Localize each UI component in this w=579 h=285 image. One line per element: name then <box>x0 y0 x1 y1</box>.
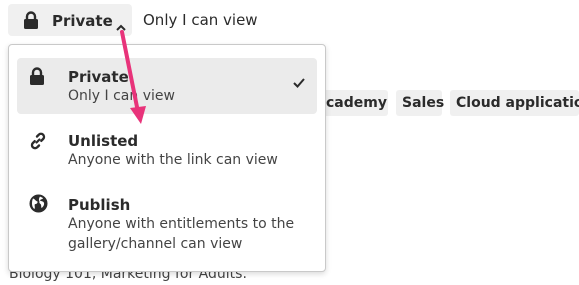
lock-icon <box>23 11 39 33</box>
option-unlisted[interactable]: Unlisted Anyone with the link can view <box>17 123 317 173</box>
privacy-dropdown-menu: Private Only I can view Unlisted Anyone … <box>8 44 326 272</box>
privacy-dropdown-button[interactable]: Private <box>8 4 132 36</box>
option-title: Private <box>68 68 129 86</box>
option-private[interactable]: Private Only I can view <box>17 58 317 114</box>
checkmark-icon <box>293 73 305 92</box>
option-description: Anyone with the link can view <box>68 152 278 168</box>
privacy-description: Only I can view <box>143 11 258 29</box>
privacy-button-label: Private <box>52 12 113 30</box>
option-publish[interactable]: Publish Anyone with entitlements to the … <box>17 187 317 257</box>
tag-sales[interactable]: Sales <box>396 90 444 116</box>
option-title: Publish <box>68 196 131 214</box>
option-description: Only I can view <box>68 88 175 104</box>
option-description: Anyone with entitlements to the gallery/… <box>68 216 295 252</box>
globe-icon <box>29 194 48 217</box>
tag-cloud-applications[interactable]: Cloud applications <box>450 90 579 116</box>
lock-icon <box>29 67 45 89</box>
link-icon <box>29 132 47 154</box>
chevron-up-icon <box>116 16 126 35</box>
option-title: Unlisted <box>68 132 139 150</box>
